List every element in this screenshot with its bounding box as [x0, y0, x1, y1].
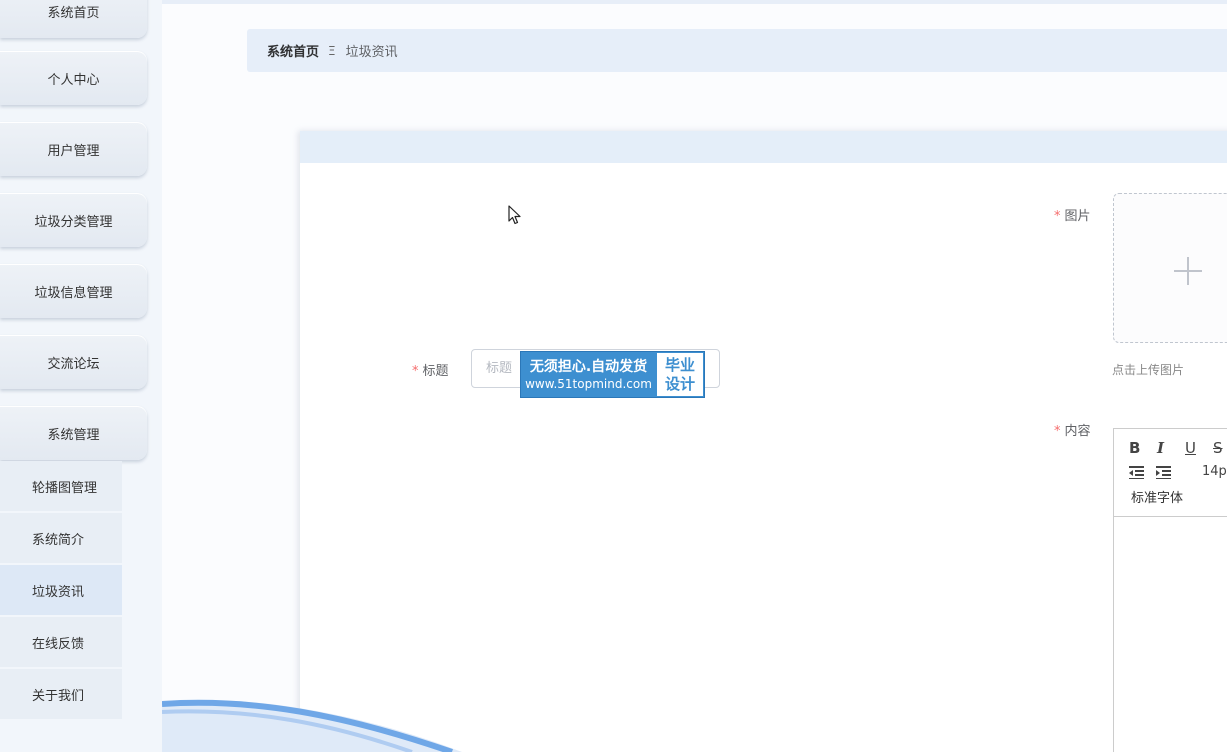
content-label: * 内容: [1054, 420, 1091, 439]
sidebar-item-label: 系统管理: [47, 427, 100, 443]
watermark-right-top: 毕业: [664, 355, 695, 374]
title-label-text: 标题: [422, 364, 449, 379]
image-label-text: 图片: [1064, 209, 1091, 224]
indent-icon[interactable]: [1156, 466, 1171, 479]
strikethrough-button[interactable]: S: [1213, 439, 1223, 457]
breadcrumb-home[interactable]: 系统首页: [267, 41, 319, 60]
watermark-right-bottom: 设计: [664, 374, 695, 393]
sidebar-item-label: 垃圾信息管理: [34, 285, 113, 301]
plus-icon: [1174, 257, 1202, 285]
sidebar-item-system-management[interactable]: 系统管理: [0, 406, 147, 460]
submenu-item-label: 在线反馈: [32, 636, 85, 652]
font-family-select[interactable]: 标准字体 ▲▼: [1131, 486, 1227, 506]
submenu-item-system-intro[interactable]: 系统简介: [0, 513, 122, 563]
submenu-item-feedback[interactable]: 在线反馈: [0, 617, 122, 667]
outdent-icon[interactable]: [1129, 466, 1144, 479]
sidebar-item-home[interactable]: 系统首页: [0, 0, 147, 38]
top-bar: [162, 0, 1227, 4]
sidebar-item-label: 垃圾分类管理: [34, 214, 113, 230]
required-mark: *: [412, 364, 419, 379]
sidebar-item-personal-center[interactable]: 个人中心: [0, 51, 147, 105]
bold-button[interactable]: B: [1129, 439, 1140, 457]
italic-button[interactable]: I: [1157, 439, 1164, 457]
image-label: * 图片: [1054, 205, 1091, 224]
sidebar-item-label: 个人中心: [47, 72, 100, 88]
sidebar-item-forum[interactable]: 交流论坛: [0, 335, 147, 389]
required-mark: *: [1054, 209, 1061, 224]
sidebar-item-garbage-category[interactable]: 垃圾分类管理: [0, 193, 147, 247]
submenu-item-label: 系统简介: [32, 532, 85, 548]
decorative-wave: [162, 699, 462, 752]
form-panel-header: [300, 131, 1227, 163]
font-size-select[interactable]: 14px: [1202, 463, 1227, 481]
breadcrumb: 系统首页 Ξ 垃圾资讯: [247, 29, 1227, 72]
rich-text-editor[interactable]: B I U S 14px 标准字体 ▲▼: [1113, 428, 1227, 752]
breadcrumb-current: 垃圾资讯: [345, 45, 398, 60]
submenu-item-about-us[interactable]: 关于我们: [0, 669, 122, 719]
form-panel: *标题 *图片 点击上传图片 *内容 B I U S: [300, 131, 1227, 752]
underline-button[interactable]: U: [1185, 439, 1196, 457]
content-label-text: 内容: [1064, 424, 1091, 439]
sidebar-item-user-management[interactable]: 用户管理: [0, 122, 147, 176]
watermark-slogan: 无须担心.自动发货: [529, 358, 648, 375]
submenu-item-label: 垃圾资讯: [32, 584, 85, 600]
required-mark: *: [1054, 424, 1061, 439]
upload-hint: 点击上传图片: [1112, 363, 1185, 377]
sidebar-item-label: 系统首页: [47, 5, 100, 21]
font-family-value: 标准字体: [1131, 490, 1184, 506]
sidebar-item-label: 用户管理: [47, 143, 100, 159]
sidebar: 系统首页 个人中心 用户管理 垃圾分类管理 垃圾信息管理 交流论坛 系统管理 轮…: [0, 0, 162, 752]
submenu-item-garbage-news[interactable]: 垃圾资讯: [0, 565, 122, 615]
sidebar-item-garbage-info[interactable]: 垃圾信息管理: [0, 264, 147, 318]
submenu-item-carousel[interactable]: 轮播图管理: [0, 461, 122, 511]
image-upload-button[interactable]: [1113, 193, 1227, 343]
watermark-url: www.51topmind.com: [525, 376, 652, 391]
watermark-left: 无须担心.自动发货 www.51topmind.com: [521, 352, 656, 397]
submenu-item-label: 关于我们: [32, 688, 85, 704]
watermark-badge: 无须担心.自动发货 www.51topmind.com 毕业 设计: [520, 351, 705, 398]
watermark-right: 毕业 设计: [657, 353, 703, 396]
editor-toolbar: B I U S 14px 标准字体 ▲▼: [1114, 429, 1227, 517]
sidebar-item-label: 交流论坛: [47, 356, 100, 372]
title-label: * 标题: [412, 360, 449, 379]
submenu-item-label: 轮播图管理: [32, 480, 98, 496]
mouse-cursor-icon: [508, 205, 521, 225]
breadcrumb-separator-icon: Ξ: [328, 43, 336, 58]
